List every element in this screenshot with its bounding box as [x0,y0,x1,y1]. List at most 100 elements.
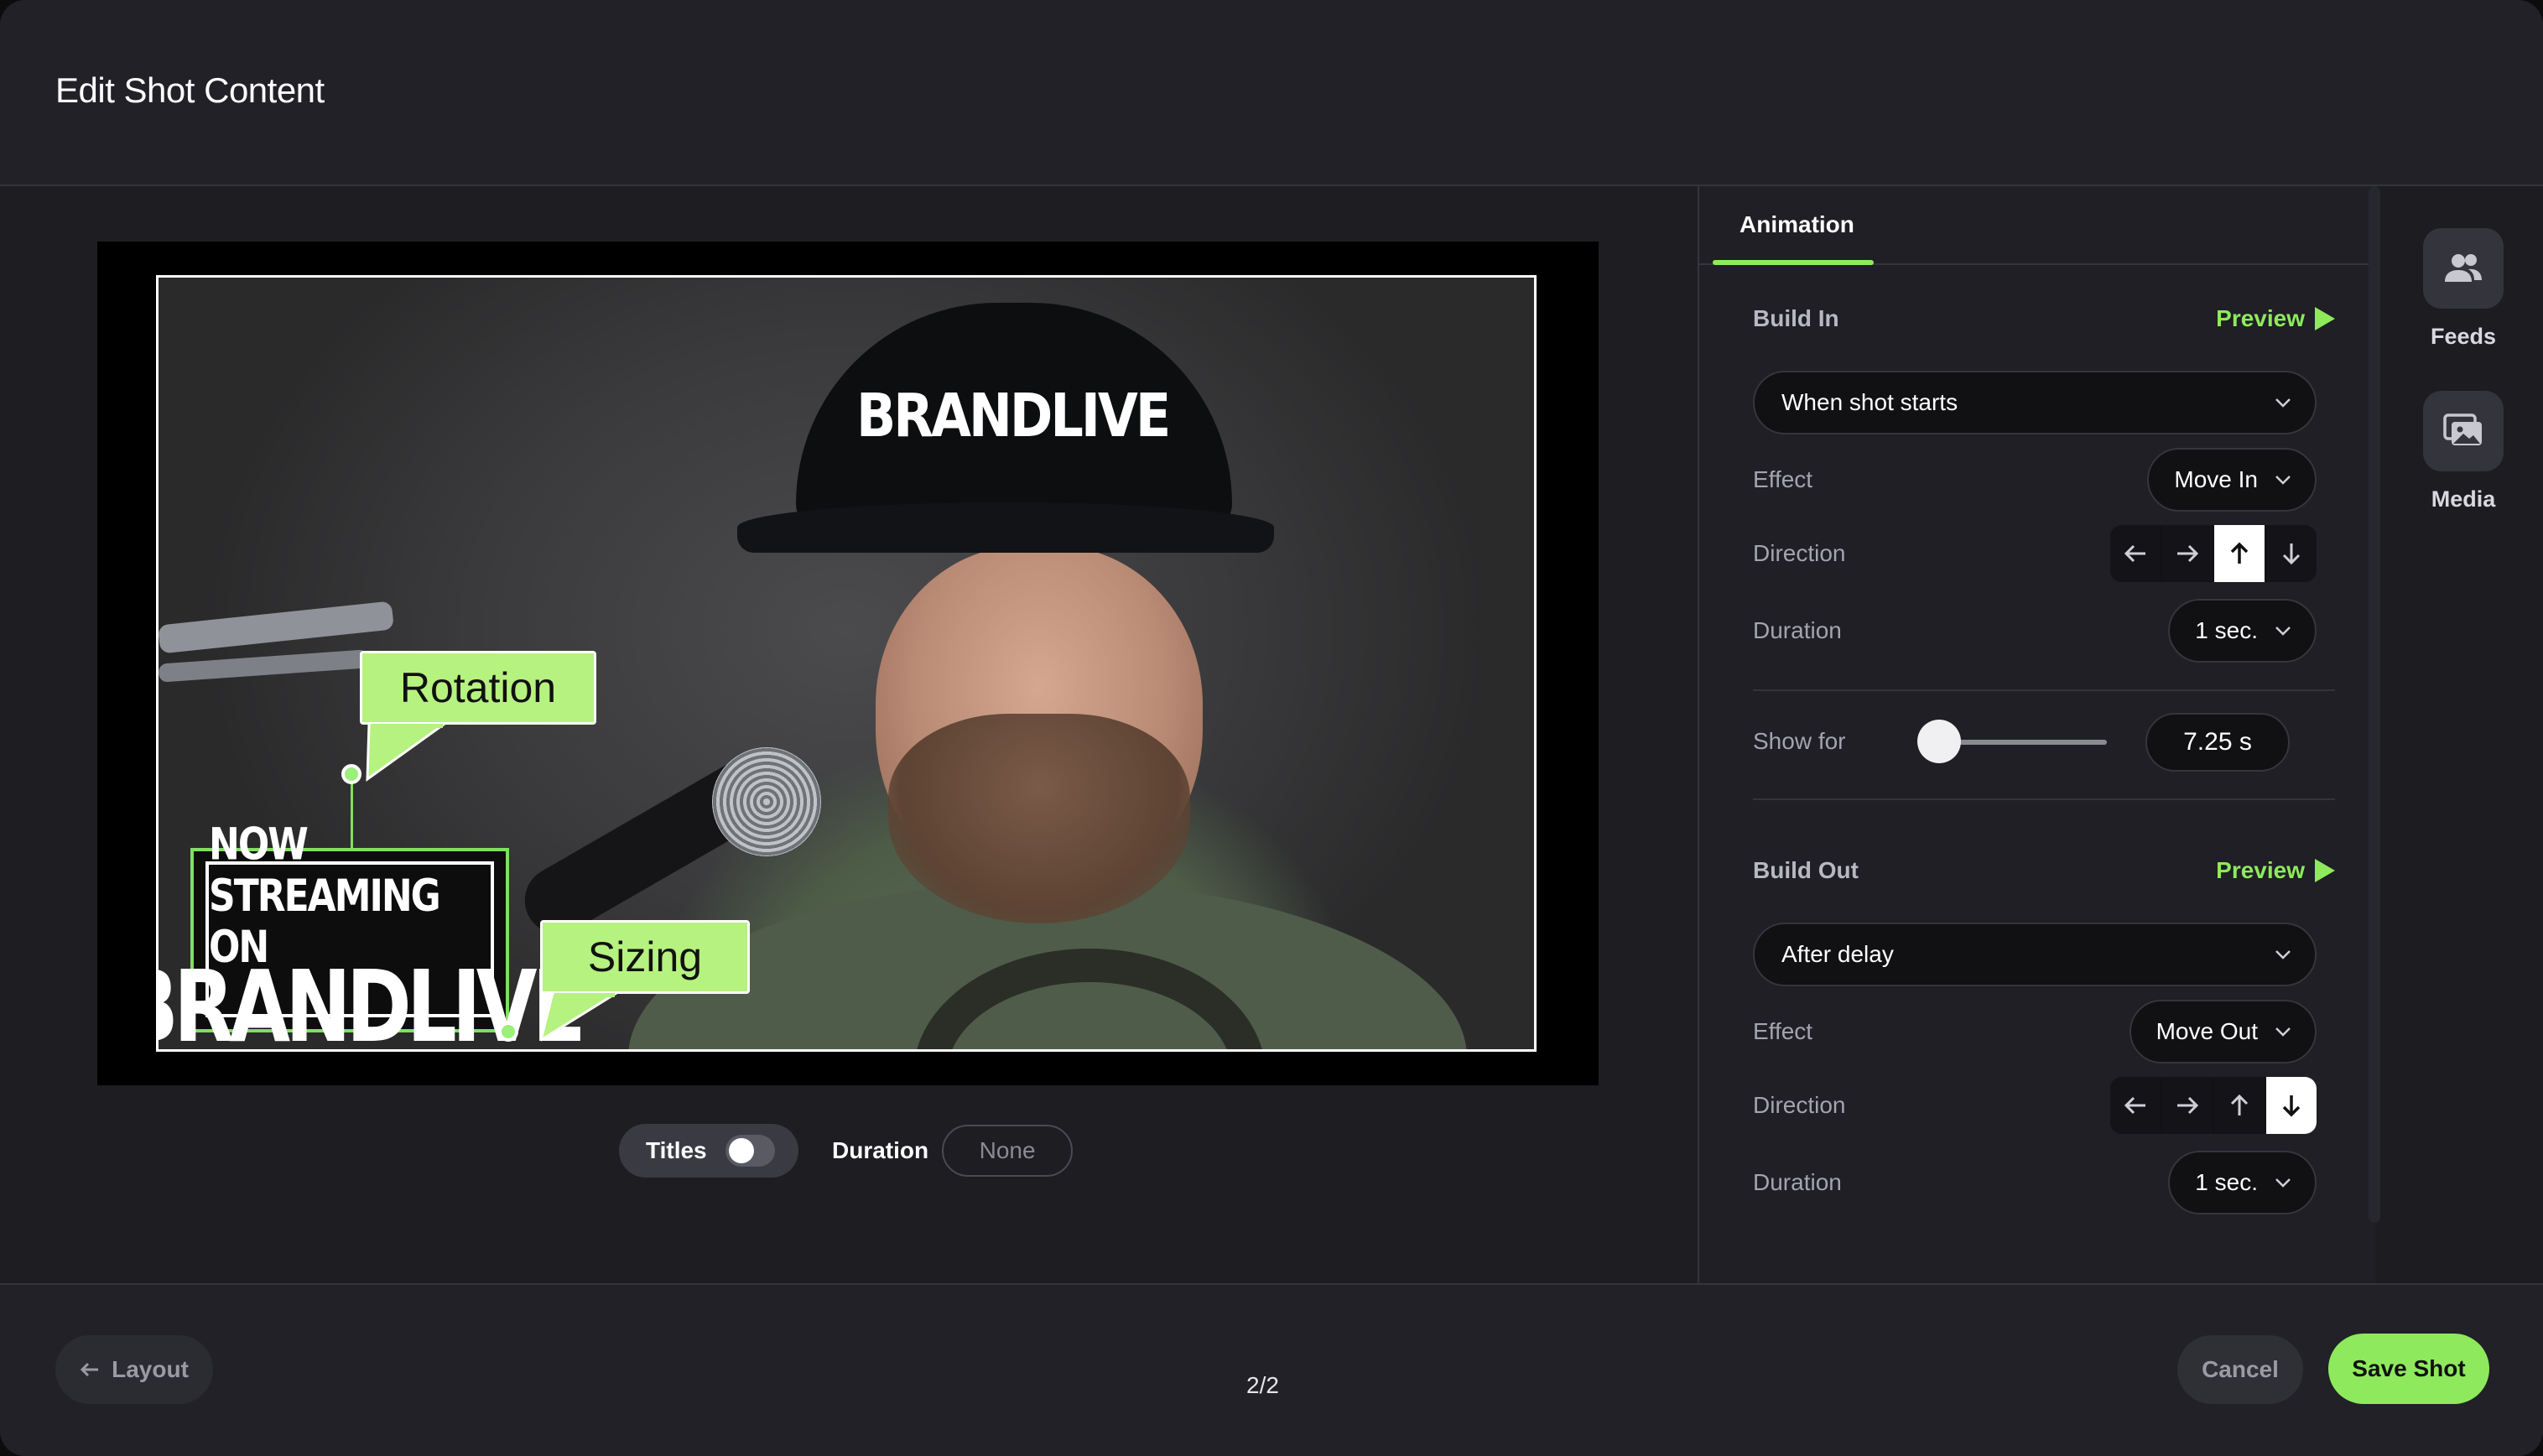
rail-label-feeds: Feeds [2430,324,2497,349]
duration-label: Duration [832,1137,929,1163]
show-for-row: Show for 7.25 s [1753,713,2335,772]
build-out-preview-label: Preview [2216,857,2305,883]
build-out-preview-button[interactable]: Preview [2216,857,2335,884]
build-in-direction-group [2110,525,2317,582]
build-out-effect-row: Effect Move Out [1753,1000,2335,1063]
arrow-left-icon [80,1362,99,1377]
rotation-callout: Rotation [360,651,596,782]
feeds-icon [2423,228,2504,309]
build-out-duration-row: Duration 1 sec. [1753,1151,2335,1214]
build-in-duration-select[interactable]: 1 sec. [2168,599,2317,663]
people-icon [2445,254,2482,282]
stage-area: BRANDLIVE NOW STREAMING ON BRANDLIVE Rot… [0,186,1698,1283]
divider [1753,798,2335,800]
direction-down-button[interactable] [2266,525,2317,582]
arrow-left-icon [2124,544,2145,563]
build-out-trigger-row: After delay [1753,923,2335,986]
sizing-callout-pointer [541,993,619,1042]
rotation-handle[interactable] [341,764,361,784]
panel-scrollbar[interactable] [2369,186,2380,1223]
build-out-effect-value: Move Out [2156,1018,2258,1044]
layout-button-label: Layout [112,1356,189,1382]
chevron-down-icon [2275,398,2291,408]
sizing-callout: Sizing [540,920,750,1042]
panel-tabs: Animation [1699,186,2370,265]
build-in-effect-select[interactable]: Move In [2147,448,2317,512]
chevron-down-icon [2275,627,2291,636]
sizing-callout-label: Sizing [587,933,703,980]
right-rail: Feeds Media [2384,186,2543,1283]
save-shot-button[interactable]: Save Shot [2328,1334,2489,1404]
arrow-down-icon [2282,543,2301,565]
overlay-line-2: BRANDLIVE [156,949,586,1052]
arrow-down-icon [2282,1095,2301,1117]
build-out-trigger-select[interactable]: After delay [1753,923,2317,986]
divider [1753,689,2335,691]
build-in-trigger-select[interactable]: When shot starts [1753,371,2317,434]
show-for-value[interactable]: 7.25 s [2145,713,2290,772]
build-in-effect-label: Effect [1753,466,1813,492]
titles-toggle[interactable] [725,1135,775,1167]
direction-down-button[interactable] [2266,1077,2317,1134]
build-in-direction-label: Direction [1753,540,1846,566]
direction-up-button[interactable] [2214,1077,2265,1134]
edit-shot-modal: Edit Shot Content BRANDLIVE NOW STREAMIN… [0,0,2543,1456]
direction-left-button[interactable] [2110,525,2161,582]
build-in-direction-row: Direction [1753,525,2335,582]
slider-knob[interactable] [1917,720,1961,763]
camera-feed[interactable]: BRANDLIVE NOW STREAMING ON BRANDLIVE Rot… [156,275,1537,1052]
rotation-callout-label: Rotation [399,664,557,711]
build-out-duration-select[interactable]: 1 sec. [2168,1151,2317,1214]
arrow-up-icon [2230,1094,2249,1115]
mic-arm [159,601,395,654]
titles-toggle-pill[interactable]: Titles [619,1124,798,1178]
stage-controls: Titles Duration None [619,1124,1074,1178]
overlay-graphic[interactable]: NOW STREAMING ON BRANDLIVE [159,819,586,1049]
tab-animation[interactable]: Animation [1740,211,1854,238]
media-icon [2423,391,2504,471]
rail-item-media[interactable]: Media [2384,391,2543,512]
arrow-up-icon [2230,542,2249,564]
build-in-effect-row: Effect Move In [1753,448,2335,512]
hat-brim [737,502,1274,553]
modal-footer: Layout 2/2 Cancel Save Shot [0,1283,2543,1456]
show-for-label: Show for [1753,728,1846,754]
build-in-title: Build In [1753,305,1839,331]
hat-logo: BRANDLIVE [856,380,1171,451]
sizing-handle[interactable] [498,1022,518,1042]
play-icon [2315,859,2335,882]
rail-item-feeds[interactable]: Feeds [2384,228,2543,350]
duration-group: Duration None [832,1125,1074,1177]
build-out-direction-group [2110,1077,2317,1134]
build-out-effect-label: Effect [1753,1018,1813,1044]
build-in-header: Build In Preview [1753,299,2335,339]
chevron-down-icon [2275,1178,2291,1188]
chevron-down-icon [2275,1027,2291,1037]
titles-label: Titles [646,1137,707,1163]
rotation-callout-pointer [366,724,447,782]
arrow-right-icon [2177,544,2199,563]
layout-back-button[interactable]: Layout [55,1335,213,1404]
direction-right-button[interactable] [2162,525,2213,582]
rail-label-media: Media [2431,486,2496,512]
page-title: Edit Shot Content [55,70,325,110]
animation-panel: Animation Build In Preview When shot sta… [1698,186,2380,1283]
build-in-preview-button[interactable]: Preview [2216,305,2335,332]
build-out-effect-select[interactable]: Move Out [2129,1000,2317,1063]
images-icon [2443,413,2482,445]
build-in-duration-label: Duration [1753,617,1842,643]
build-out-trigger-value: After delay [1781,941,1894,967]
chevron-down-icon [2275,476,2291,485]
direction-right-button[interactable] [2162,1077,2213,1134]
step-indicator: 2/2 [1246,1372,1279,1398]
tab-active-indicator [1713,260,1874,265]
mic-arm-lower [159,649,369,683]
direction-left-button[interactable] [2110,1077,2161,1134]
build-out-header: Build Out Preview [1753,850,2335,891]
stage-frame: BRANDLIVE NOW STREAMING ON BRANDLIVE Rot… [97,242,1599,1085]
duration-select[interactable]: None [942,1125,1074,1177]
cancel-button[interactable]: Cancel [2177,1335,2303,1404]
build-out-direction-label: Direction [1753,1092,1846,1118]
build-in-duration-value: 1 sec. [2195,617,2258,643]
direction-up-button[interactable] [2214,525,2265,582]
